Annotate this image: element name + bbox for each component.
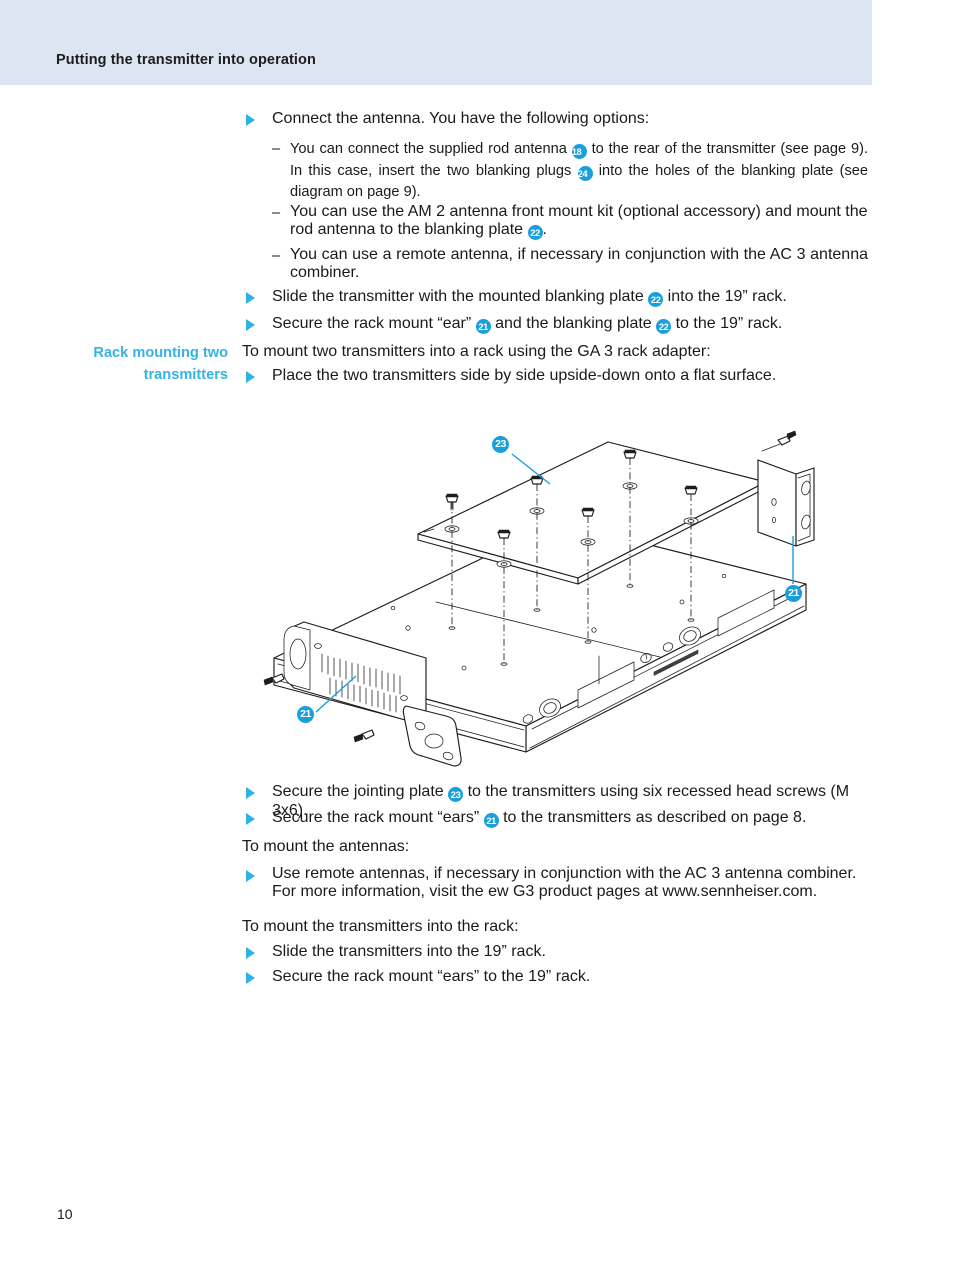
badge-21: 21 — [483, 813, 499, 828]
body-line-connect-antenna: Connect the antenna. You have the follow… — [272, 110, 650, 127]
body-line-remote-antennas: Use remote antennas, if necessary in con… — [272, 865, 882, 901]
body-sub-remote-antenna: You can use a remote antenna, if necessa… — [290, 246, 868, 281]
dash-bullet-icon: – — [272, 205, 281, 221]
badge-22: 22 — [656, 319, 672, 334]
b6-text-b: to the transmitters as described on page… — [503, 809, 807, 826]
page-number: 10 — [57, 1206, 73, 1222]
bullet-arrow-icon — [246, 870, 255, 882]
body-intro-mount-into-rack: To mount the transmitters into the rack: — [242, 918, 519, 935]
body-sub-rod-antenna: You can connect the supplied rod antenna… — [290, 139, 868, 204]
body-line-slide-into-rack: Slide the transmitters into the 19” rack… — [272, 943, 546, 960]
badge-22: 22 — [648, 292, 664, 307]
b5-text-a: Secure the jointing plate — [272, 783, 444, 800]
sub2-text-a: You can use the AM 2 antenna front mount… — [290, 203, 868, 238]
bullet-arrow-icon — [246, 319, 255, 331]
sub2-period: . — [542, 221, 547, 238]
callout-badge-21-right: 21 — [785, 585, 802, 602]
callout-badge-23: 23 — [492, 436, 509, 453]
sub1-text-a: You can connect the supplied rod antenna — [290, 141, 567, 157]
b3-text-c: to the 19” rack. — [675, 315, 783, 332]
b7-line-2: For more information, visit the ew G3 pr… — [272, 883, 818, 900]
body-intro-mount-two: To mount two transmitters into a rack us… — [242, 343, 711, 360]
b3-text-a: Secure the rack mount “ear” — [272, 315, 472, 332]
badge-22: 22 — [527, 225, 543, 240]
bullet-arrow-icon — [246, 292, 255, 304]
body-intro-mount-antennas: To mount the antennas: — [242, 838, 410, 855]
badge-23: 23 — [448, 787, 464, 802]
body-line-slide-transmitter: Slide the transmitter with the mounted b… — [272, 288, 872, 307]
badge-18: 18 — [571, 144, 587, 159]
bullet-arrow-icon — [246, 947, 255, 959]
dash-bullet-icon: – — [272, 248, 281, 264]
dash-bullet-icon: – — [272, 141, 281, 157]
bullet-arrow-icon — [246, 813, 255, 825]
callout-badge-21-left: 21 — [297, 706, 314, 723]
b2-text-a: Slide the transmitter with the mounted b… — [272, 288, 644, 305]
page-header-band — [0, 0, 872, 85]
b2-text-b: into the 19” rack. — [667, 288, 787, 305]
margin-note-rack-mounting: Rack mounting two transmitters — [93, 345, 228, 383]
figure-rack-mounting-diagram: .ln { fill:none; stroke:#1d1d1d; stroke-… — [258, 396, 838, 776]
badge-24: 24 — [577, 165, 593, 181]
bullet-arrow-icon — [246, 972, 255, 984]
page-title: Putting the transmitter into operation — [56, 52, 316, 68]
body-sub-am2-kit: You can use the AM 2 antenna front mount… — [290, 203, 868, 240]
badge-21: 21 — [475, 319, 491, 334]
bullet-arrow-icon — [246, 371, 255, 383]
b7-line-1: Use remote antennas, if necessary in con… — [272, 865, 857, 882]
bullet-arrow-icon — [246, 787, 255, 799]
b3-text-b: and the blanking plate — [495, 315, 652, 332]
body-line-secure-ear: Secure the rack mount “ear” 21 and the b… — [272, 315, 872, 334]
body-line-place-side-by-side: Place the two transmitters side by side … — [272, 367, 777, 384]
body-line-secure-ears-rack: Secure the rack mount “ears” to the 19” … — [272, 968, 591, 985]
bullet-arrow-icon — [246, 114, 255, 126]
body-line-secure-ears-page8: Secure the rack mount “ears” 21 to the t… — [272, 809, 882, 828]
b6-text-a: Secure the rack mount “ears” — [272, 809, 480, 826]
